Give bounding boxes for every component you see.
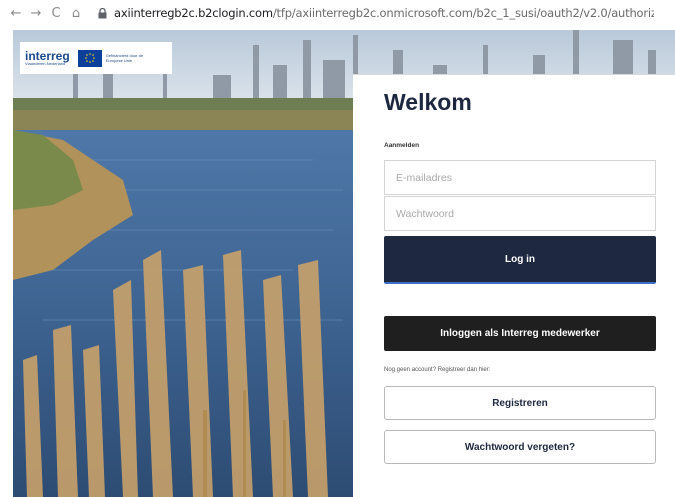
browser-toolbar: ← → C ⌂ axiinterregb2c.b2clogin.com/tfp/… — [0, 0, 675, 26]
home-icon[interactable]: ⌂ — [66, 3, 86, 23]
interreg-wordmark: interreg Vlaanderen-Nederland — [25, 48, 70, 66]
eu-flag-icon — [77, 49, 102, 67]
forward-arrow-icon[interactable]: → — [26, 3, 46, 23]
page-title: Welkom — [384, 89, 472, 115]
email-field[interactable]: E-mailadres — [384, 160, 656, 195]
url-text: axiinterregb2c.b2clogin.com/tfp/axiinter… — [114, 6, 654, 20]
register-button[interactable]: Registreren — [384, 386, 656, 420]
login-page: interreg Vlaanderen-Nederland Gefinancie… — [0, 30, 675, 497]
address-bar[interactable]: axiinterregb2c.b2clogin.com/tfp/axiinter… — [96, 3, 654, 23]
url-path: /tfp/axiinterregb2c.onmicrosoft.com/b2c_… — [272, 6, 654, 20]
back-arrow-icon[interactable]: ← — [6, 3, 26, 23]
url-host: axiinterregb2c.b2clogin.com — [114, 6, 273, 20]
login-panel: Welkom Aanmelden E-mailadres Wachtwoord … — [353, 74, 675, 497]
forgot-password-button[interactable]: Wachtwoord vergeten? — [384, 430, 656, 464]
staff-login-button[interactable]: Inloggen als Interreg medewerker — [384, 316, 656, 351]
eu-funding-text: Gefinancierd door de Europese Unie — [105, 53, 144, 63]
reload-icon[interactable]: C — [46, 3, 66, 23]
login-button[interactable]: Log in — [384, 236, 656, 284]
register-hint: Nog geen account? Registreer dan hier: — [384, 367, 491, 373]
signin-label: Aanmelden — [384, 142, 420, 149]
lock-icon — [96, 7, 108, 19]
password-field[interactable]: Wachtwoord — [384, 196, 656, 231]
interreg-logo: interreg Vlaanderen-Nederland Gefinancie… — [20, 42, 172, 74]
